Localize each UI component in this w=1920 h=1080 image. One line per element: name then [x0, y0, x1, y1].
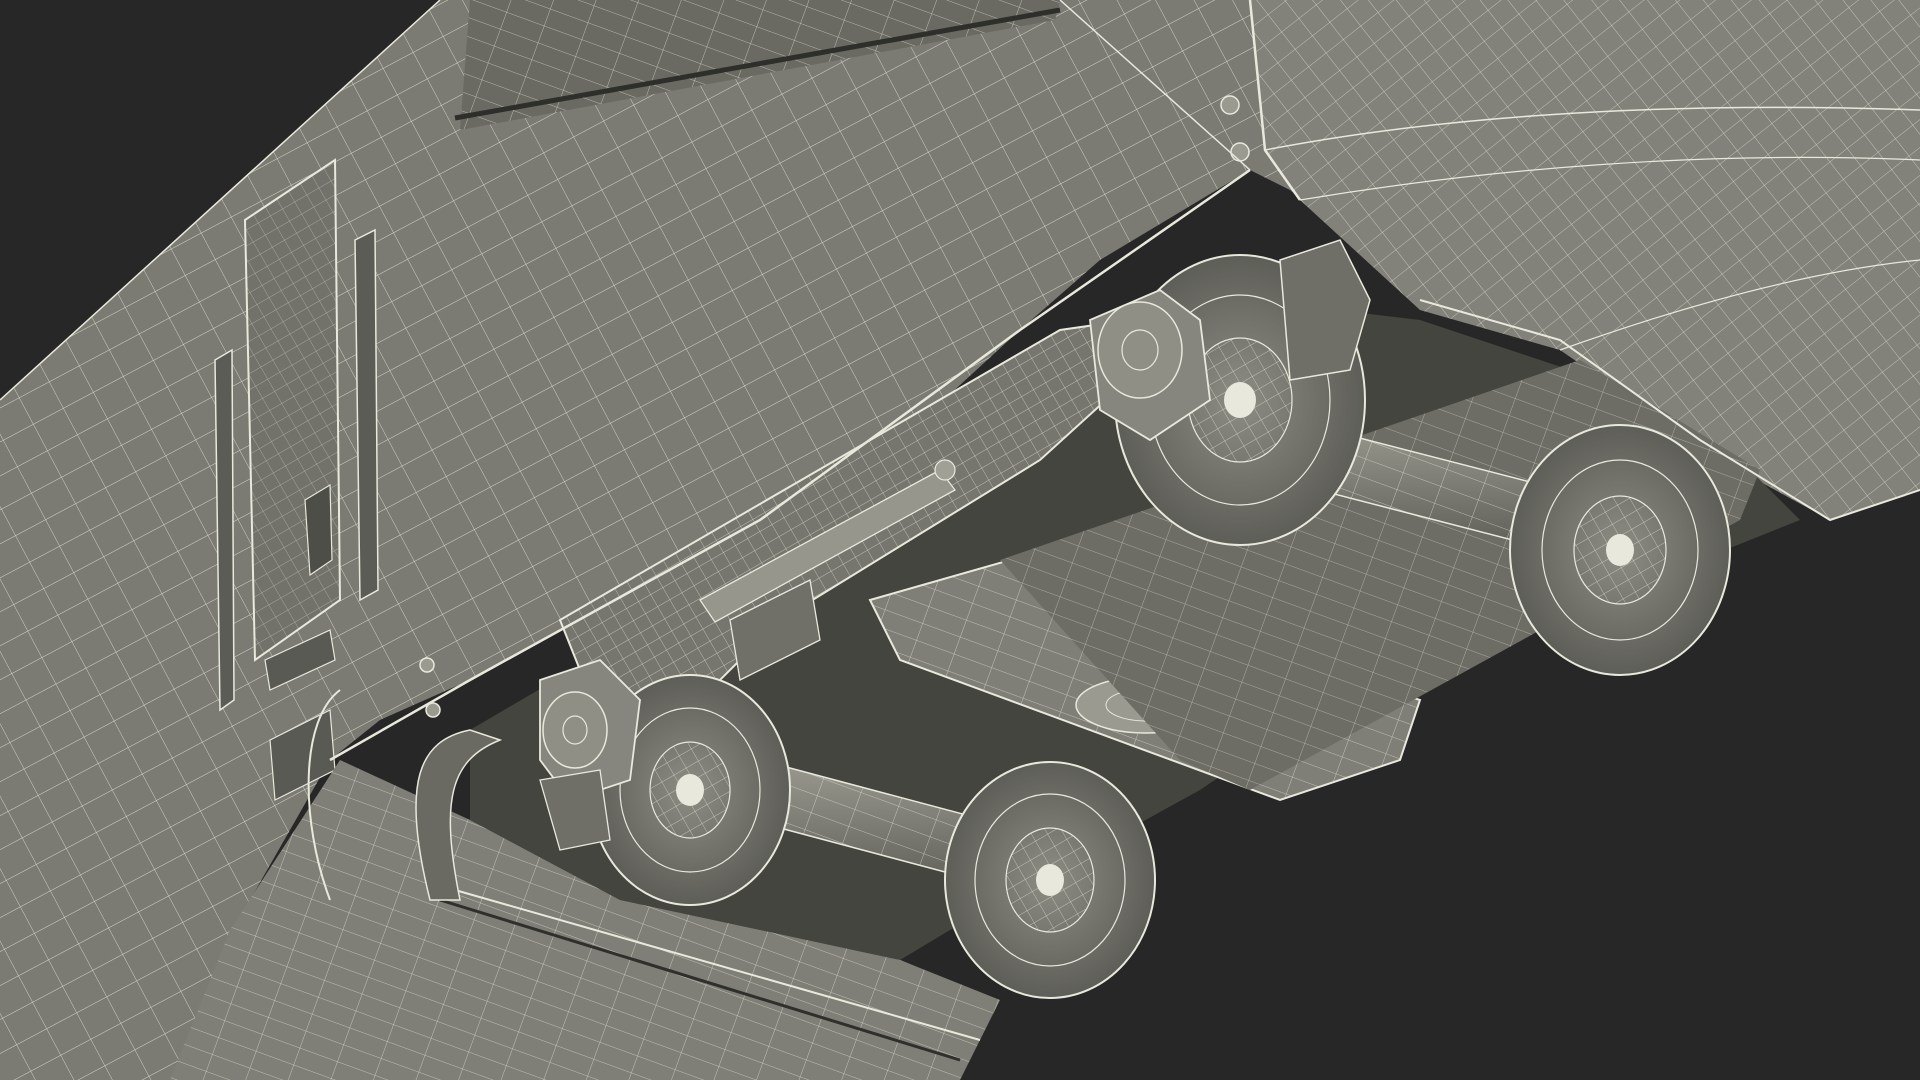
wheel-front-right: [944, 761, 1156, 999]
render-viewport: [0, 0, 1920, 1080]
wheel-rear-right: [1509, 424, 1731, 676]
wireframe-render: [0, 0, 1920, 1080]
